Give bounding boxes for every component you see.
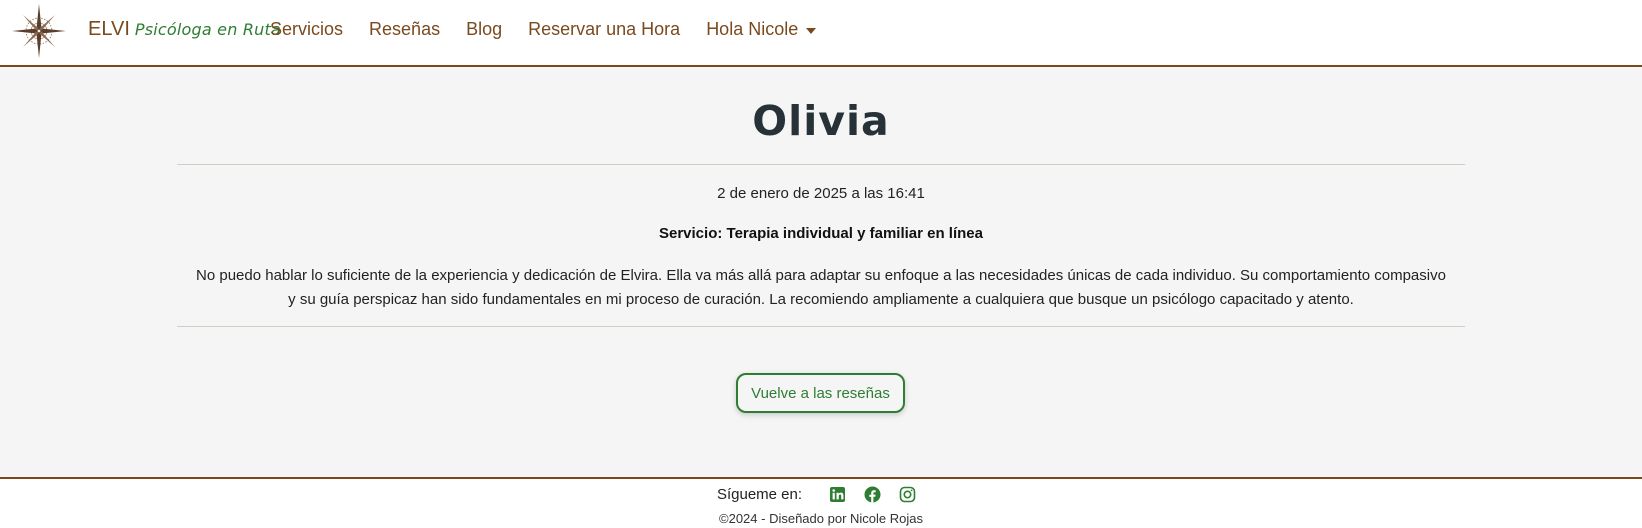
- linkedin-icon[interactable]: [829, 486, 846, 503]
- brand-name: ELVI: [88, 18, 130, 40]
- nav-links: Servicios Reseñas Blog Reservar una Hora…: [270, 19, 842, 40]
- copyright-text: ©2024 - Diseñado por Nicole Rojas: [719, 511, 923, 526]
- nav-link-reservar[interactable]: Reservar una Hora: [528, 19, 680, 40]
- facebook-icon[interactable]: [864, 486, 881, 503]
- review-author-title: Olivia: [752, 97, 890, 145]
- brand[interactable]: ELVI Psicóloga en Ruta: [88, 18, 281, 41]
- compass-rose-icon[interactable]: [11, 3, 67, 59]
- back-to-reviews-button[interactable]: Vuelve a las reseñas: [736, 373, 905, 413]
- review-date: 2 de enero de 2025 a las 16:41: [717, 185, 925, 202]
- top-navbar: ELVI Psicóloga en Ruta Servicios Reseñas…: [0, 0, 1642, 67]
- nav-link-servicios[interactable]: Servicios: [270, 19, 343, 40]
- nav-link-resenas[interactable]: Reseñas: [369, 19, 440, 40]
- review-service: Servicio: Terapia individual y familiar …: [658, 225, 983, 242]
- user-menu-label: Hola Nicole: [706, 19, 799, 39]
- follow-label: Sígueme en:: [716, 486, 803, 503]
- review-body: No puedo hablar lo suficiente de la expe…: [196, 267, 1446, 308]
- divider-top: [177, 164, 1465, 165]
- review-detail: Olivia 2 de enero de 2025 a las 16:41 Se…: [0, 67, 1642, 477]
- instagram-icon[interactable]: [899, 486, 916, 503]
- user-menu-dropdown[interactable]: Hola Nicole: [706, 19, 817, 40]
- social-row: Sígueme en:: [0, 486, 1642, 503]
- site-footer: Sígueme en: ©2024 - Diseñado por Nicole …: [0, 477, 1642, 528]
- brand-subtitle: Psicóloga en Ruta: [134, 20, 281, 39]
- caret-down-icon: [806, 27, 817, 34]
- divider-bottom: [177, 326, 1465, 327]
- nav-link-blog[interactable]: Blog: [466, 19, 502, 40]
